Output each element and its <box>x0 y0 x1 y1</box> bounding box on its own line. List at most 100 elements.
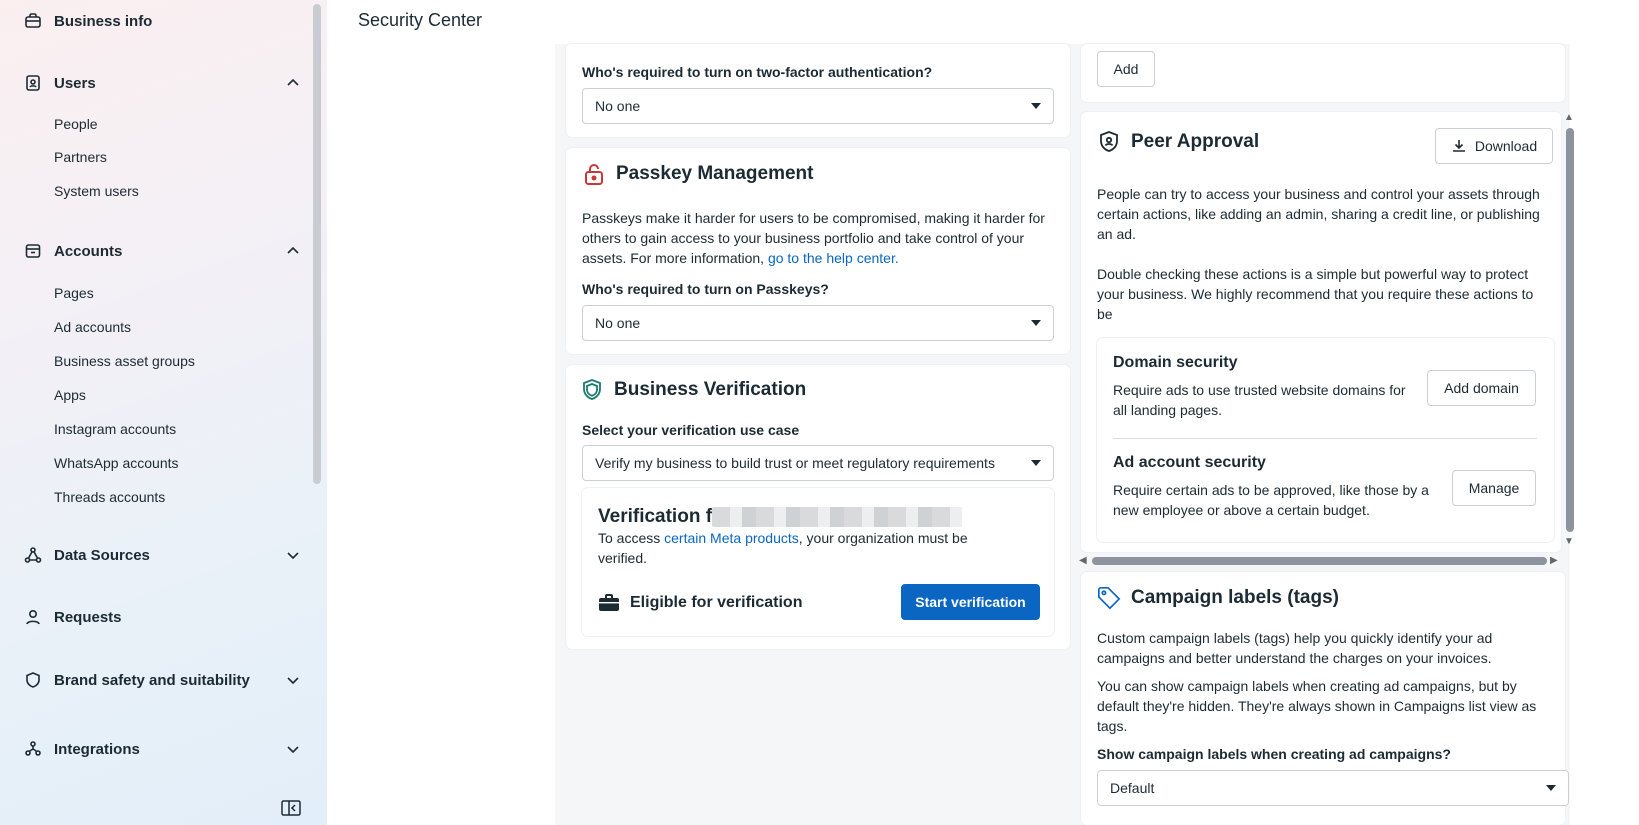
briefcase-icon <box>598 593 620 613</box>
tag-icon <box>1097 586 1121 610</box>
domain-security-desc: Require ads to use trusted website domai… <box>1113 382 1406 418</box>
peer-approval-card: Peer Approval Download People can try to… <box>1081 112 1561 552</box>
security-options-box: Domain security Require ads to use trust… <box>1097 338 1554 542</box>
campaign-labels-p1: Custom campaign labels (tags) help you q… <box>1097 630 1493 666</box>
eligible-text: Eligible for verification <box>630 594 803 611</box>
sidebar-item-label: Business info <box>54 12 153 30</box>
sidebar-scrollbar[interactable] <box>313 4 321 484</box>
sidebar-subitem-people[interactable]: People <box>54 116 98 132</box>
sidebar-item-brand-safety[interactable]: Brand safety and suitability <box>24 667 300 693</box>
two-factor-select[interactable]: No one <box>582 88 1054 124</box>
sidebar-subitem-threads-accounts[interactable]: Threads accounts <box>54 489 165 505</box>
ad-account-security-title: Ad account security <box>1113 454 1266 471</box>
add-domain-button[interactable]: Add domain <box>1427 370 1536 406</box>
add-button[interactable]: Add <box>1097 51 1155 87</box>
sidebar: Business info Users People Partners Syst… <box>0 0 327 825</box>
shield-icon <box>24 671 42 689</box>
collapse-sidebar-icon[interactable] <box>281 800 301 816</box>
passkey-title-row: Passkey Management <box>582 162 814 186</box>
passkey-question: Who's required to turn on Passkeys? <box>582 281 829 297</box>
manage-button[interactable]: Manage <box>1452 470 1536 506</box>
help-center-link[interactable]: go to the help center. <box>768 250 899 266</box>
select-value: Verify my business to build trust or mee… <box>595 455 995 471</box>
chevron-up-icon[interactable] <box>286 76 300 90</box>
download-button[interactable]: Download <box>1435 128 1553 164</box>
campaign-labels-card: Campaign labels (tags) Custom campaign l… <box>1081 572 1569 825</box>
person-icon <box>24 608 42 626</box>
access-prefix: To access <box>598 530 661 546</box>
peer-approval-title: Peer Approval <box>1131 131 1260 152</box>
start-verification-button[interactable]: Start verification <box>901 584 1040 620</box>
verification-box-title: Verification f <box>598 506 963 528</box>
two-factor-card: Who's required to turn on two-factor aut… <box>566 44 1070 137</box>
verification-use-case-select[interactable]: Verify my business to build trust or mee… <box>582 445 1054 481</box>
sidebar-item-label: Integrations <box>54 740 140 758</box>
padlock-icon <box>582 162 606 186</box>
redacted-name <box>712 506 963 527</box>
sidebar-subitem-ad-accounts[interactable]: Ad accounts <box>54 319 131 335</box>
passkey-description: Passkeys make it harder for users to be … <box>582 208 1056 268</box>
scroll-down-arrow-icon[interactable]: ▼ <box>1564 536 1574 547</box>
peer-approval-p2: Double checking these actions is a simpl… <box>1097 266 1534 322</box>
download-icon <box>1451 138 1467 154</box>
campaign-labels-select[interactable]: Default <box>1097 770 1569 806</box>
peer-approval-horizontal-scrollbar[interactable] <box>1092 557 1547 565</box>
caret-down-icon <box>1031 103 1041 109</box>
download-label: Download <box>1474 138 1538 154</box>
caret-down-icon <box>1031 320 1041 326</box>
integrations-icon <box>24 740 42 758</box>
campaign-labels-title: Campaign labels (tags) <box>1131 587 1339 608</box>
chevron-up-icon[interactable] <box>286 244 300 258</box>
divider <box>1113 438 1537 439</box>
ad-account-security-desc: Require certain ads to be approved, like… <box>1113 482 1429 518</box>
sidebar-item-data-sources[interactable]: Data Sources <box>24 542 300 568</box>
two-factor-question: Who's required to turn on two-factor aut… <box>582 64 933 80</box>
passkey-select[interactable]: No one <box>582 305 1054 341</box>
sidebar-item-label: Data Sources <box>54 546 150 564</box>
campaign-labels-question: Show campaign labels when creating ad ca… <box>1097 746 1451 762</box>
verification-access-text: To access certain Meta products, your or… <box>598 528 1018 568</box>
sidebar-subitem-partners[interactable]: Partners <box>54 149 107 165</box>
sidebar-item-business-info[interactable]: Business info <box>24 8 300 34</box>
sidebar-subitem-pages[interactable]: Pages <box>54 285 94 301</box>
sidebar-item-requests[interactable]: Requests <box>24 604 300 630</box>
verification-title: Business Verification <box>614 379 807 400</box>
shield-check-icon <box>580 378 604 402</box>
verification-select-label: Select your verification use case <box>582 422 800 438</box>
campaign-labels-title-row: Campaign labels (tags) <box>1097 586 1339 610</box>
sidebar-subitem-whatsapp-accounts[interactable]: WhatsApp accounts <box>54 455 179 471</box>
sidebar-item-accounts[interactable]: Accounts <box>24 238 300 264</box>
select-value: Default <box>1110 780 1155 796</box>
add-card: Add <box>1081 44 1565 102</box>
scroll-right-arrow-icon[interactable]: ▶ <box>1550 555 1558 566</box>
caret-down-icon <box>1031 460 1041 466</box>
sidebar-item-label: Brand safety and suitability <box>54 671 250 689</box>
campaign-labels-p2: You can show campaign labels when creati… <box>1097 678 1537 734</box>
sidebar-item-users[interactable]: Users <box>24 70 300 96</box>
briefcase-icon <box>24 12 42 30</box>
scroll-left-arrow-icon[interactable]: ◀ <box>1079 555 1087 566</box>
nodes-icon <box>24 546 42 564</box>
scroll-up-arrow-icon[interactable]: ▲ <box>1564 112 1574 123</box>
sidebar-subitem-instagram-accounts[interactable]: Instagram accounts <box>54 421 176 437</box>
sidebar-subitem-business-asset-groups[interactable]: Business asset groups <box>54 353 195 369</box>
chevron-down-icon[interactable] <box>286 548 300 562</box>
chevron-down-icon[interactable] <box>286 742 300 756</box>
sidebar-subitem-apps[interactable]: Apps <box>54 387 86 403</box>
select-value: No one <box>595 315 641 331</box>
meta-products-link[interactable]: certain Meta products <box>664 530 799 546</box>
sidebar-item-label: Users <box>54 74 96 92</box>
eligible-row: Eligible for verification <box>598 593 802 613</box>
peer-approval-title-row: Peer Approval <box>1097 130 1259 154</box>
domain-security-title: Domain security <box>1113 354 1238 371</box>
peer-approval-vertical-scrollbar[interactable] <box>1566 128 1574 532</box>
passkey-title: Passkey Management <box>616 163 814 184</box>
verification-box-title-text: Verification f <box>598 506 713 527</box>
chevron-down-icon[interactable] <box>286 673 300 687</box>
sidebar-item-label: Requests <box>54 608 122 626</box>
page-title: Security Center <box>358 10 483 30</box>
id-badge-icon <box>24 74 42 92</box>
sidebar-subitem-system-users[interactable]: System users <box>54 183 139 199</box>
caret-down-icon <box>1546 785 1556 791</box>
sidebar-item-integrations[interactable]: Integrations <box>24 736 300 762</box>
